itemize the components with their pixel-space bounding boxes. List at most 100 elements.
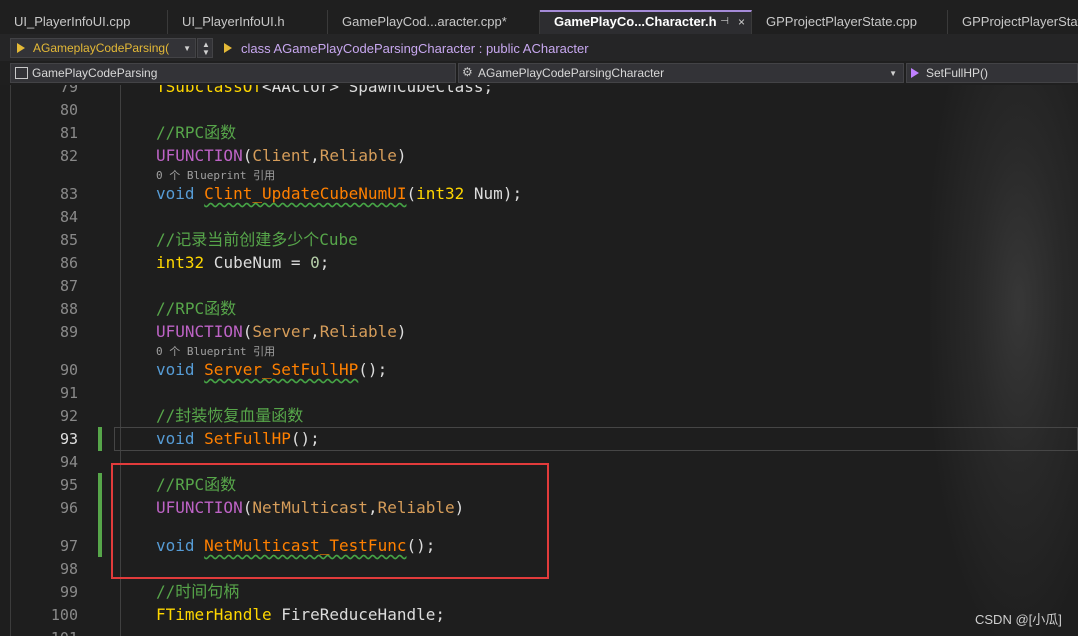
line-number: 98: [59, 560, 78, 578]
code-text: <AActor> SpawnCubeClass;: [261, 85, 494, 96]
type-token: TSubclassOf: [156, 85, 262, 96]
close-icon[interactable]: ×: [738, 15, 745, 29]
line-number: 87: [59, 277, 78, 295]
code-editor[interactable]: 79 80 81 82 83 84 85 86 87 88 89 90 91 9…: [0, 85, 1078, 636]
line-number: 89: [59, 323, 78, 341]
class-tree-icon: ⚙: [462, 65, 473, 79]
punct: (: [242, 322, 253, 341]
project-dropdown-label: GamePlayCodeParsing: [32, 66, 158, 80]
code-text: FireReduceHandle;: [271, 605, 445, 624]
background-artwork: [930, 85, 1078, 636]
macro-token: UFUNCTION: [156, 322, 243, 341]
punct: ;: [319, 253, 330, 272]
punct: ();: [358, 360, 388, 379]
punct: );: [502, 184, 523, 203]
code-line[interactable]: //RPC函数: [156, 298, 236, 320]
type-token: FTimerHandle: [156, 605, 272, 624]
code-line[interactable]: int32 CubeNum = 0;: [156, 252, 329, 274]
line-number: 95: [59, 476, 78, 494]
tab-ui-playerinfoui-h[interactable]: UI_PlayerInfoUI.h: [168, 10, 328, 34]
function-name: SetFullHP: [204, 429, 291, 448]
codelens-blueprint-references[interactable]: 0 个 Blueprint 引用: [156, 167, 275, 183]
specifier: Reliable: [319, 322, 397, 341]
comment: //记录当前创建多少个Cube: [156, 230, 358, 249]
line-number: 94: [59, 453, 78, 471]
line-number: 93: [59, 430, 78, 448]
line-number: 100: [50, 606, 78, 624]
code-line[interactable]: TSubclassOf<AActor> SpawnCubeClass;: [156, 85, 493, 98]
punct: ,: [310, 322, 320, 341]
code-text: Num: [464, 184, 503, 203]
keyword: void: [156, 360, 195, 379]
tab-label: UI_PlayerInfoUI.cpp: [14, 14, 131, 29]
specifier: Server: [252, 322, 311, 341]
project-icon: [15, 67, 28, 79]
chevron-down-icon: ▼: [889, 69, 897, 78]
tab-gameplayco-character-h[interactable]: GamePlayCo...Character.h ⊣ ×: [540, 10, 752, 34]
codelens-blueprint-references[interactable]: 0 个 Blueprint 引用: [156, 343, 275, 359]
navigation-bar: AGameplayCodeParsing( ▼ ▲ ▼ class AGameP…: [0, 34, 1078, 62]
pin-icon[interactable]: ⊣: [720, 16, 729, 27]
code-line[interactable]: UFUNCTION(Server,Reliable): [156, 321, 406, 343]
code-line[interactable]: //记录当前创建多少个Cube: [156, 229, 358, 251]
line-number: 90: [59, 361, 78, 379]
class-dropdown[interactable]: ⚙ AGamePlayCodeParsingCharacter ▼: [458, 63, 904, 83]
code-line[interactable]: void SetFullHP();: [156, 428, 320, 450]
number-literal: 0: [310, 253, 320, 272]
tab-gpprojectplayerstate-h[interactable]: GPProjectPlayerState.h: [948, 10, 1078, 34]
line-number: 97: [59, 537, 78, 555]
line-number: 80: [59, 101, 78, 119]
line-number: 91: [59, 384, 78, 402]
macro-token: UFUNCTION: [156, 146, 243, 165]
watermark: CSDN @[小瓜]: [975, 612, 1062, 627]
code-line[interactable]: //时间句柄: [156, 581, 239, 603]
line-number: 79: [59, 85, 78, 96]
change-indicator-bar: [98, 427, 102, 451]
code-line[interactable]: FTimerHandle FireReduceHandle;: [156, 604, 445, 626]
comment: //RPC函数: [156, 299, 237, 318]
tab-label: GPProjectPlayerState.h: [962, 14, 1078, 29]
chevron-down-icon: ▼: [202, 48, 210, 57]
document-tab-strip: UI_PlayerInfoUI.cpp UI_PlayerInfoUI.h Ga…: [0, 0, 1078, 34]
code-line[interactable]: UFUNCTION(Client,Reliable): [156, 145, 406, 167]
function-name: Clint_UpdateCubeNumUI: [204, 184, 407, 203]
keyword: void: [156, 184, 195, 203]
line-number: 85: [59, 231, 78, 249]
scope-dropdown-label: AGameplayCodeParsing(: [33, 41, 170, 55]
punct: (: [242, 146, 253, 165]
tab-gpprojectplayerstate-cpp[interactable]: GPProjectPlayerState.cpp: [752, 10, 948, 34]
tab-label: GamePlayCo...Character.h: [554, 14, 717, 29]
punct: ();: [290, 429, 320, 448]
tab-label: UI_PlayerInfoUI.h: [182, 14, 285, 29]
line-number: 86: [59, 254, 78, 272]
punct: (: [406, 184, 417, 203]
keyword: void: [156, 429, 195, 448]
line-number: 83: [59, 185, 78, 203]
line-number: 99: [59, 583, 78, 601]
comment: //RPC函数: [156, 123, 237, 142]
line-number: 81: [59, 124, 78, 142]
punct: ): [396, 322, 407, 341]
type-token: int32: [156, 253, 205, 272]
tab-ui-playerinfoui-cpp[interactable]: UI_PlayerInfoUI.cpp: [0, 10, 168, 34]
code-line[interactable]: void Server_SetFullHP();: [156, 359, 387, 381]
comment: //时间句柄: [156, 582, 240, 601]
up-down-stepper[interactable]: ▲ ▼: [197, 38, 213, 58]
function-name: Server_SetFullHP: [204, 360, 359, 379]
scope-dropdown[interactable]: AGameplayCodeParsing( ▼: [10, 38, 196, 58]
line-number: 101: [40, 628, 78, 636]
tab-gameplaycod-character-cpp[interactable]: GamePlayCod...aracter.cpp*: [328, 10, 540, 34]
method-icon: [911, 68, 919, 78]
code-line[interactable]: //RPC函数: [156, 122, 236, 144]
comment: //封装恢复血量函数: [156, 406, 304, 425]
code-line[interactable]: //封装恢复血量函数: [156, 405, 303, 427]
line-number: 84: [59, 208, 78, 226]
specifier: Client: [252, 146, 311, 165]
code-line[interactable]: void Clint_UpdateCubeNumUI(int32 Num);: [156, 183, 522, 205]
tab-label: GamePlayCod...aracter.cpp*: [342, 14, 507, 29]
punct: ): [396, 146, 407, 165]
class-dropdown-label: AGamePlayCodeParsingCharacter: [478, 66, 665, 80]
project-dropdown[interactable]: GamePlayCodeParsing: [10, 63, 456, 83]
class-icon: [224, 43, 232, 53]
member-dropdown[interactable]: SetFullHP(): [906, 63, 1078, 83]
